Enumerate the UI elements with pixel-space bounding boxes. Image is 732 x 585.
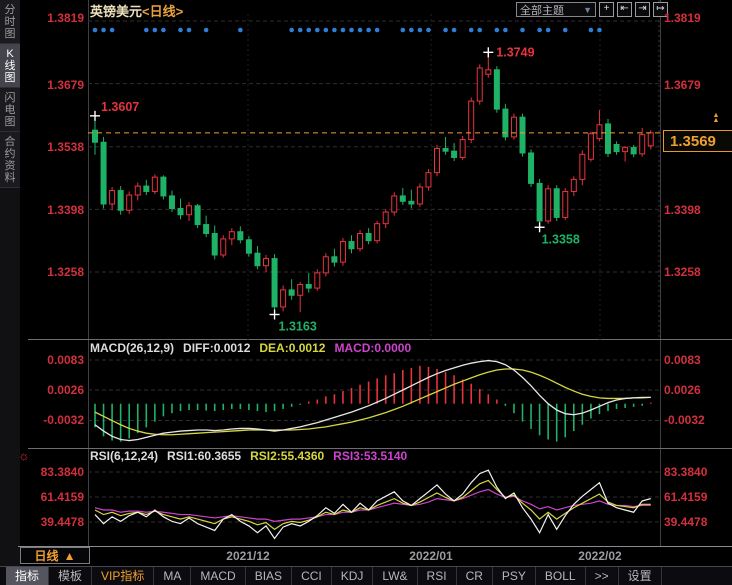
theme-dropdown[interactable]: 全部主题 ▼ [516,2,596,17]
rsi-params: RSI(6,12,24) [90,449,158,463]
x-axis-date-2: 2022/01 [391,549,471,563]
toolbar-item-10[interactable]: RSI [418,567,457,585]
period-tag: <日线> [142,4,183,19]
price-annotation-bottom_low: 1.3163 [279,319,317,333]
price-axis-label: 1.3819 [664,11,701,25]
rsi-axis-label: 83.3840 [664,465,707,479]
price-axis-label: 1.3258 [26,265,84,279]
macd-axis-label: 0.0083 [664,353,701,367]
price-axis-label: 1.3679 [664,78,701,92]
rsi-axis-label: 39.4478 [26,515,84,529]
current-price-badge: 1.3569 [663,130,732,152]
toolbar-item-11[interactable]: CR [457,567,493,585]
toolbar-item-2[interactable]: 模板 [49,567,92,585]
x-axis-date-1: 2021/12 [208,549,288,563]
crosshair-icon[interactable]: + [599,2,614,17]
rsi-header: RSI(6,12,24) RSI1:60.3655 RSI2:55.4360 RSI3… [90,449,407,463]
rsi1-value: RSI1:60.3655 [167,449,241,463]
macd-axis-label: 0.0026 [664,383,701,397]
rsi2-value: RSI2:55.4360 [250,449,324,463]
plot-right-border [660,0,661,546]
toolbar-item-15[interactable]: 设置 [619,567,662,585]
macd-dea-value: DEA:0.0012 [259,341,325,355]
toolbar-item-3[interactable]: VIP指标 [92,567,154,585]
price-axis-label: 1.3679 [26,78,84,92]
macd-chart[interactable] [88,340,660,448]
chart-title: 英镑美元<日线> [90,1,183,20]
chart-app: 分时图K线图闪电图合约资料 1.3607 1.3749 1.3358 1.3163 英… [0,0,732,585]
sidebar: 分时图K线图闪电图合约资料 [0,0,20,566]
toolbar-item-14[interactable]: >> [586,567,619,585]
theme-dropdown-label: 全部主题 [520,2,564,18]
price-axis-label: 1.3398 [664,203,701,217]
compress-right-icon[interactable]: ⇥ [635,2,650,17]
rsi3-value: RSI3:53.5140 [333,449,407,463]
x-axis-date-3: 2022/02 [560,549,640,563]
toolbar-item-5[interactable]: MACD [191,567,245,585]
symbol-name: 英镑美元 [90,4,142,19]
price-annotation-swing_low: 1.3358 [542,232,580,246]
candlestick-chart[interactable]: 1.3607 1.3749 1.3358 1.3163 [88,0,660,340]
macd-axis-label: 0.0083 [26,353,84,367]
macd-axis-label: -0.0032 [26,413,84,427]
compress-left-icon[interactable]: ⇤ [617,2,632,17]
toolbar-item-13[interactable]: BOLL [536,567,586,585]
rsi-axis-label: 61.4159 [26,490,84,504]
macd-axis-label: 0.0026 [26,383,84,397]
price-axis-label: 1.3258 [664,265,701,279]
toolbar-item-12[interactable]: PSY [493,567,536,585]
price-annotation-first_high: 1.3607 [101,100,139,114]
rsi-axis-label: 83.3840 [26,465,84,479]
macd-params: MACD(26,12,9) [90,341,174,355]
sidebar-tab-1[interactable]: 分时图 [0,0,20,44]
macd-macd-value: MACD:0.0000 [334,341,411,355]
chevron-down-icon: ▼ [583,5,592,15]
toolbar-item-7[interactable]: CCI [292,567,332,585]
macd-header: MACD(26,12,9) DIFF:0.0012 DEA:0.0012 MACD:0… [90,341,411,355]
rsi-axis-label: 39.4478 [664,515,707,529]
toolbar-item-4[interactable]: MA [154,567,191,585]
sidebar-tab-3[interactable]: 闪电图 [0,88,20,132]
toolbar-item-1[interactable]: 指标 [6,567,49,585]
rsi-axis-label: 61.4159 [664,490,707,504]
sidebar-tab-4[interactable]: 合约资料 [0,132,20,188]
period-label: 日线 [35,547,59,564]
indicator-settings-icon[interactable]: ☼ [18,448,30,463]
toolbar-item-9[interactable]: LW& [373,567,417,585]
price-up-arrows-icon: ▲▲ [711,113,721,123]
indicator-toolbar: 指标模板VIP指标MAMACDBIASCCIKDJLW&RSICRPSYBOLL… [0,566,732,585]
period-selector[interactable]: 日线 ▲ [20,547,90,564]
macd-diff-value: DIFF:0.0012 [183,341,250,355]
date-row-border [18,546,732,547]
toolbar-item-8[interactable]: KDJ [332,567,374,585]
toolbar-item-6[interactable]: BIAS [246,567,292,585]
price-axis-label: 1.3819 [26,11,84,25]
price-axis-label: 1.3538 [26,140,84,154]
sidebar-tab-2[interactable]: K线图 [0,44,20,88]
period-up-arrow-icon: ▲ [64,549,76,563]
price-axis-label: 1.3398 [26,203,84,217]
macd-axis-label: -0.0032 [664,413,705,427]
chart-tool-buttons: +⇤⇥↦ [599,2,668,17]
price-annotation-peak_high: 1.3749 [496,45,534,59]
